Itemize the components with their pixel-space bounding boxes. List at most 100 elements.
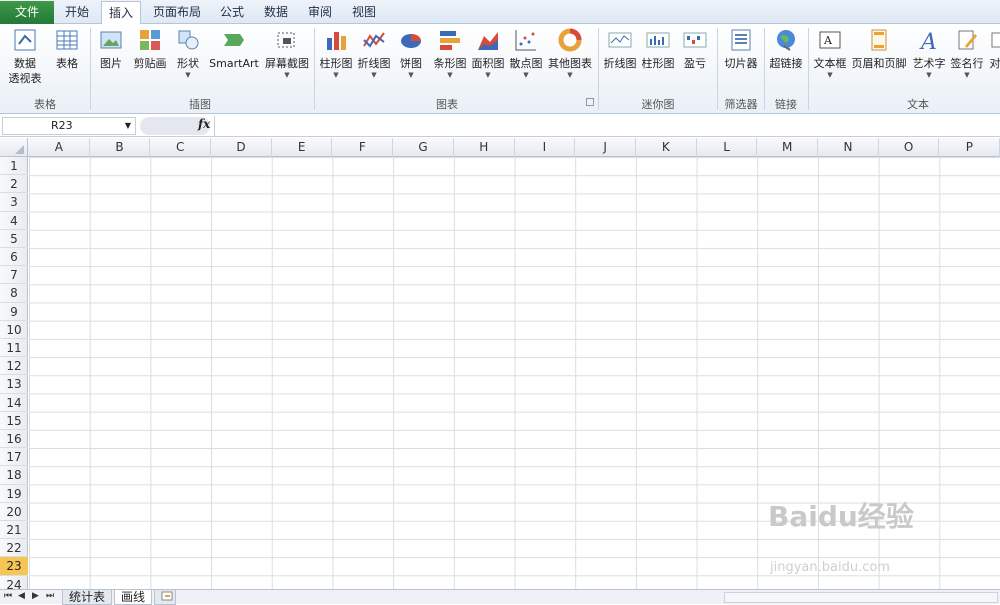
charts-dialog-launcher-icon[interactable] xyxy=(586,98,594,106)
row-header[interactable]: 13 xyxy=(0,375,28,393)
first-sheet-icon[interactable]: ⏮ xyxy=(4,591,12,601)
insert-sheet-icon[interactable] xyxy=(154,590,176,605)
other-charts-button[interactable]: 其他图表▼ xyxy=(546,28,594,80)
column-headers: ABCDEFGHIJKLMNOP xyxy=(0,138,1000,157)
row-header[interactable]: 17 xyxy=(0,448,28,466)
row-header[interactable]: 7 xyxy=(0,266,28,284)
slicer-button[interactable]: 切片器 xyxy=(722,28,760,71)
screenshot-button[interactable]: 屏幕截图▼ xyxy=(262,28,312,80)
column-header[interactable]: L xyxy=(697,138,758,157)
row-header[interactable]: 6 xyxy=(0,248,28,266)
column-header[interactable]: N xyxy=(818,138,879,157)
row-header[interactable]: 12 xyxy=(0,357,28,375)
tab-data[interactable]: 数据 xyxy=(258,1,294,24)
globe-link-icon xyxy=(774,28,798,52)
pie-chart-button[interactable]: 饼图▼ xyxy=(396,28,426,80)
row-header[interactable]: 15 xyxy=(0,412,28,430)
sheet-tab-drawing[interactable]: 画线 xyxy=(114,590,152,605)
row-header[interactable]: 21 xyxy=(0,521,28,539)
bar-chart-button[interactable]: 条形图▼ xyxy=(432,28,468,80)
column-header[interactable]: F xyxy=(333,138,394,157)
wordart-button[interactable]: A 艺术字▼ xyxy=(910,28,948,80)
row-header[interactable]: 22 xyxy=(0,539,28,557)
column-header[interactable]: D xyxy=(211,138,272,157)
column-header[interactable]: K xyxy=(636,138,697,157)
column-chart-icon xyxy=(324,28,348,52)
row-header[interactable]: 18 xyxy=(0,466,28,484)
row-header[interactable]: 16 xyxy=(0,430,28,448)
column-chart-button[interactable]: 柱形图▼ xyxy=(318,28,354,80)
column-header[interactable]: G xyxy=(393,138,454,157)
function-icon[interactable]: fx xyxy=(198,117,210,131)
tab-insert[interactable]: 插入 xyxy=(101,1,141,25)
shapes-icon xyxy=(176,28,200,52)
column-header[interactable]: O xyxy=(879,138,940,157)
slicer-icon xyxy=(729,28,753,52)
column-header[interactable]: E xyxy=(272,138,333,157)
column-header[interactable]: H xyxy=(454,138,515,157)
tab-view[interactable]: 视图 xyxy=(346,1,382,24)
column-header[interactable]: B xyxy=(90,138,151,157)
next-sheet-icon[interactable]: ▶ xyxy=(32,591,39,601)
row-header[interactable]: 8 xyxy=(0,284,28,302)
scatter-chart-button[interactable]: 散点图▼ xyxy=(508,28,544,80)
shapes-button[interactable]: 形状▼ xyxy=(173,28,203,80)
area-chart-button[interactable]: 面积图▼ xyxy=(470,28,506,80)
row-header[interactable]: 4 xyxy=(0,212,28,230)
prev-sheet-icon[interactable]: ◀ xyxy=(18,591,25,601)
column-header[interactable]: P xyxy=(940,138,1000,157)
row-header[interactable]: 23 xyxy=(0,557,28,575)
table-button[interactable]: 表格 xyxy=(52,28,82,71)
sparkline-winloss-button[interactable]: 盈亏 xyxy=(680,28,710,71)
group-separator xyxy=(717,28,718,110)
smartart-button[interactable]: SmartArt xyxy=(208,28,260,71)
formula-bar: R23 ▼ fx xyxy=(0,115,1000,137)
tab-home[interactable]: 开始 xyxy=(58,1,96,24)
group-label-illustrations: 插图 xyxy=(180,96,220,112)
pivot-label-2: 透视表 xyxy=(9,72,42,85)
row-header[interactable]: 19 xyxy=(0,485,28,503)
header-footer-button[interactable]: 页眉和页脚 xyxy=(850,28,908,71)
picture-button[interactable]: 图片 xyxy=(96,28,126,71)
chevron-down-icon[interactable]: ▼ xyxy=(125,118,131,134)
hyperlink-button[interactable]: 超链接 xyxy=(766,28,806,71)
column-header[interactable]: I xyxy=(515,138,576,157)
select-all-corner[interactable] xyxy=(0,138,28,157)
sparkline-column-button[interactable]: 柱形图 xyxy=(640,28,676,71)
line-chart-button[interactable]: 折线图▼ xyxy=(356,28,392,80)
row-header[interactable]: 11 xyxy=(0,339,28,357)
horizontal-scrollbar[interactable] xyxy=(724,592,998,603)
object-button[interactable]: 对 xyxy=(988,28,1000,71)
pie-chart-icon xyxy=(399,28,423,52)
tab-file[interactable]: 文件 xyxy=(0,1,54,24)
tab-review[interactable]: 审阅 xyxy=(302,1,338,24)
textbox-icon: A xyxy=(818,28,842,52)
header-footer-label: 页眉和页脚 xyxy=(852,57,907,70)
sheet-tab-statistics[interactable]: 统计表 xyxy=(62,590,112,605)
sparkline-line-button[interactable]: 折线图 xyxy=(602,28,638,71)
column-header[interactable]: A xyxy=(29,138,90,157)
column-header[interactable]: J xyxy=(575,138,636,157)
row-header[interactable]: 20 xyxy=(0,503,28,521)
name-box[interactable]: R23 ▼ xyxy=(2,117,136,135)
column-header[interactable]: M xyxy=(757,138,818,157)
tab-formulas[interactable]: 公式 xyxy=(214,1,250,24)
object-icon xyxy=(990,28,1000,52)
textbox-button[interactable]: A 文本框▼ xyxy=(812,28,848,80)
last-sheet-icon[interactable]: ⏭ xyxy=(46,591,54,601)
svg-text:A: A xyxy=(919,30,937,52)
row-header[interactable]: 14 xyxy=(0,394,28,412)
row-header[interactable]: 1 xyxy=(0,157,28,175)
tab-page-layout[interactable]: 页面布局 xyxy=(148,1,206,24)
row-header[interactable]: 10 xyxy=(0,321,28,339)
row-header[interactable]: 9 xyxy=(0,303,28,321)
row-header[interactable]: 5 xyxy=(0,230,28,248)
group-label-charts: 图表 xyxy=(427,96,467,112)
signature-line-button[interactable]: 签名行▼ xyxy=(949,28,985,80)
clipart-button[interactable]: 剪贴画 xyxy=(131,28,169,71)
row-header[interactable]: 2 xyxy=(0,175,28,193)
row-header[interactable]: 3 xyxy=(0,193,28,211)
column-header[interactable]: C xyxy=(150,138,211,157)
pivot-table-button[interactable]: 数据 透视表 xyxy=(4,28,46,86)
formula-input[interactable] xyxy=(214,116,1000,136)
